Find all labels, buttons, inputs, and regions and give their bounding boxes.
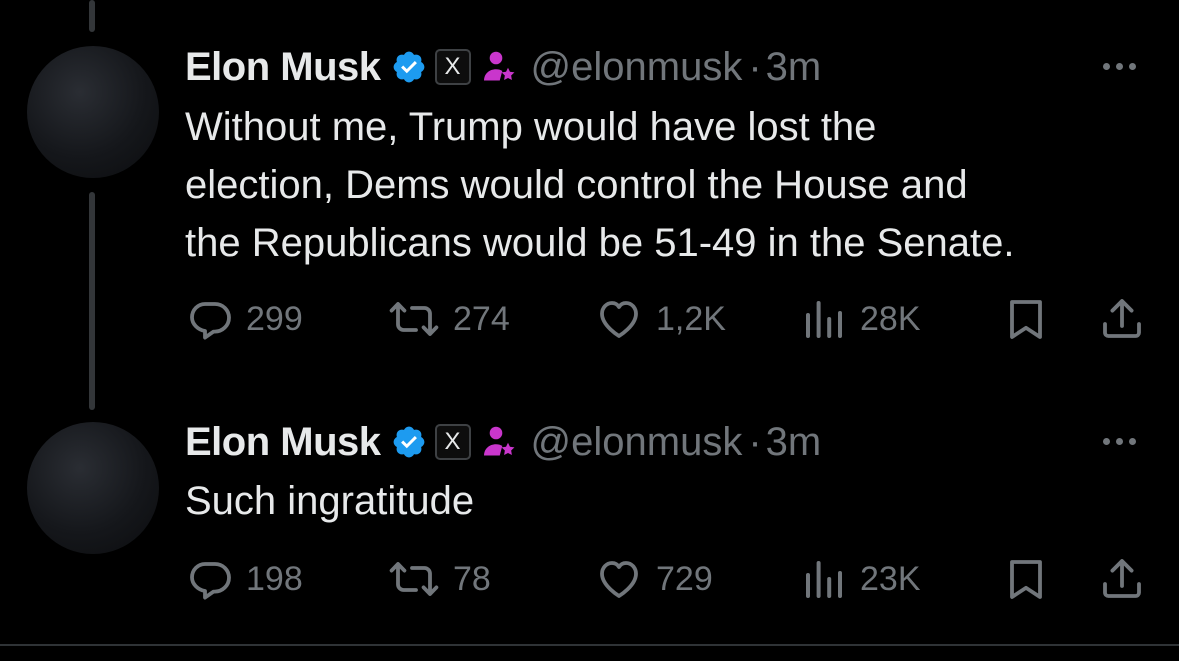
x-badge-icon[interactable]: X — [434, 424, 471, 460]
tweet-header: Elon Musk X @elonmusk · 3m — [185, 42, 821, 92]
author-name[interactable]: Elon Musk — [185, 45, 381, 90]
tweet-header: Elon Musk X @elonmusk · 3m — [185, 417, 821, 467]
views-icon — [806, 561, 842, 598]
views-button[interactable]: 23K — [800, 556, 921, 602]
x-badge-label: X — [444, 428, 461, 455]
repost-button[interactable]: 274 — [387, 296, 510, 342]
avatar[interactable] — [27, 422, 159, 554]
tweet-text-line: Such ingratitude — [185, 479, 475, 523]
share-icon — [1103, 299, 1141, 338]
timestamp[interactable]: 3m — [766, 45, 822, 90]
author-name[interactable]: Elon Musk — [185, 420, 381, 465]
reply-count: 299 — [246, 299, 303, 338]
tweet-text-line: election, Dems would control the House a… — [185, 163, 968, 207]
more-icon[interactable] — [1103, 431, 1147, 451]
bookmark-icon — [1010, 560, 1042, 599]
bookmark-button[interactable] — [1002, 556, 1050, 602]
bookmark-icon — [1010, 300, 1042, 339]
like-button[interactable]: 729 — [594, 556, 713, 602]
share-button[interactable] — [1097, 296, 1147, 342]
repost-button[interactable]: 78 — [387, 556, 491, 602]
verified-badge-icon[interactable] — [391, 49, 427, 85]
reply-icon — [190, 302, 231, 340]
like-icon — [600, 561, 638, 598]
author-handle[interactable]: @elonmusk — [531, 45, 743, 90]
reply-icon — [190, 562, 231, 600]
bookmark-button[interactable] — [1002, 296, 1050, 342]
views-count: 28K — [860, 299, 921, 338]
reply-count: 198 — [246, 559, 303, 598]
share-button[interactable] — [1097, 556, 1147, 602]
like-button[interactable]: 1,2K — [594, 296, 726, 342]
tweet-text-line: Without me, Trump would have lost the — [185, 105, 877, 149]
tweet-actions: 198 78 729 23K — [0, 556, 1179, 602]
tweet-text: Without me, Trump would have lost the el… — [185, 98, 1165, 272]
reply-button[interactable]: 198 — [186, 556, 303, 602]
more-icon[interactable] — [1103, 56, 1147, 76]
views-icon — [806, 301, 842, 338]
repost-count: 274 — [453, 299, 510, 338]
like-count: 1,2K — [656, 299, 726, 338]
x-badge-icon[interactable]: X — [434, 49, 471, 85]
repost-icon — [389, 302, 439, 336]
share-icon — [1103, 559, 1141, 598]
affiliation-icon[interactable] — [481, 424, 517, 460]
tweet-text-line: the Republicans would be 51-49 in the Se… — [185, 221, 1015, 265]
affiliation-icon[interactable] — [481, 49, 517, 85]
divider — [0, 644, 1179, 646]
repost-icon — [389, 562, 439, 596]
timestamp[interactable]: 3m — [766, 420, 822, 465]
like-icon — [600, 301, 638, 338]
separator-dot: · — [748, 419, 762, 464]
views-button[interactable]: 28K — [800, 296, 921, 342]
avatar[interactable] — [27, 46, 159, 178]
author-handle[interactable]: @elonmusk — [531, 420, 743, 465]
tweet[interactable]: Elon Musk X @elonmusk · 3m Such ingratit… — [0, 390, 1179, 644]
x-badge-label: X — [444, 53, 461, 80]
like-count: 729 — [656, 559, 713, 598]
tweet-text: Such ingratitude — [185, 472, 1165, 530]
repost-count: 78 — [453, 559, 491, 598]
reply-button[interactable]: 299 — [186, 296, 303, 342]
views-count: 23K — [860, 559, 921, 598]
tweet[interactable]: Elon Musk X @elonmusk · 3m Without me, T… — [0, 0, 1179, 390]
tweet-actions: 299 274 1,2K 28K — [0, 296, 1179, 342]
separator-dot: · — [748, 44, 762, 89]
verified-badge-icon[interactable] — [391, 424, 427, 460]
